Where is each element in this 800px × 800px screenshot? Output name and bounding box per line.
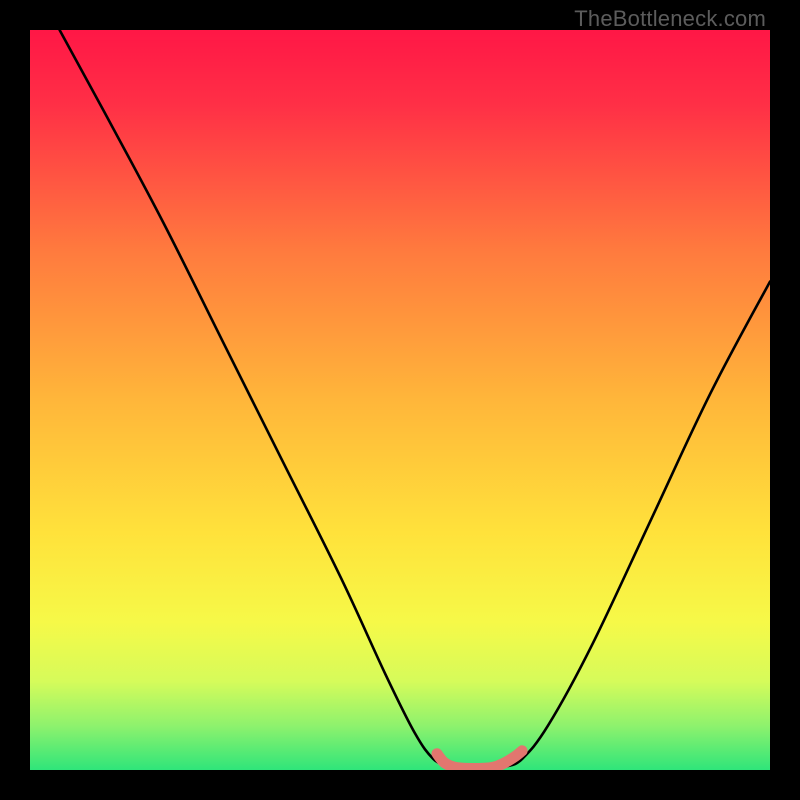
chart-frame: TheBottleneck.com — [0, 0, 800, 800]
bottom-mask — [30, 770, 770, 800]
watermark-text: TheBottleneck.com — [574, 6, 766, 32]
gradient-background — [30, 30, 770, 770]
plot-area — [30, 30, 770, 770]
